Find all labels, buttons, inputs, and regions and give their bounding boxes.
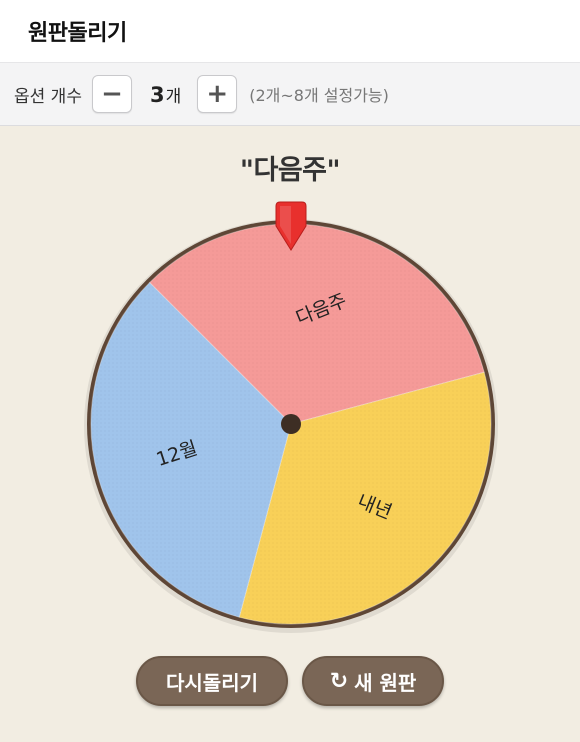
option-count-number: 3 [149,82,165,107]
minus-icon: − [101,79,123,109]
roulette-wheel[interactable]: 다음주내년12월 [0,126,580,742]
decrement-button[interactable]: − [91,75,132,113]
option-count-value: 3 개 [150,82,181,107]
option-count-label: 옵션 개수 [14,86,82,107]
options-bar: 옵션 개수 − 3 개 + (2개~8개 설정가능) [0,62,580,126]
refresh-icon: ↻ [329,668,349,694]
title-bar: 원판돌리기 [0,0,580,62]
new-wheel-button[interactable]: ↻ 새 원판 [302,656,444,706]
page-title: 원판돌리기 [28,21,127,46]
respin-button-label: 다시돌리기 [166,670,258,695]
action-buttons: 다시돌리기 ↻ 새 원판 [0,656,580,706]
new-wheel-button-label: 새 원판 [354,670,417,695]
wheel-stage: "다음주" 다음주 내년 12월 다시돌리기 ↻ 새 원판 [0,126,580,742]
range-hint: (2개~8개 설정가능) [249,86,389,105]
option-count-unit: 개 [165,86,182,107]
increment-button[interactable]: + [197,75,238,113]
plus-icon: + [206,79,229,109]
respin-button[interactable]: 다시돌리기 [136,656,288,706]
wheel-hub [281,414,301,434]
